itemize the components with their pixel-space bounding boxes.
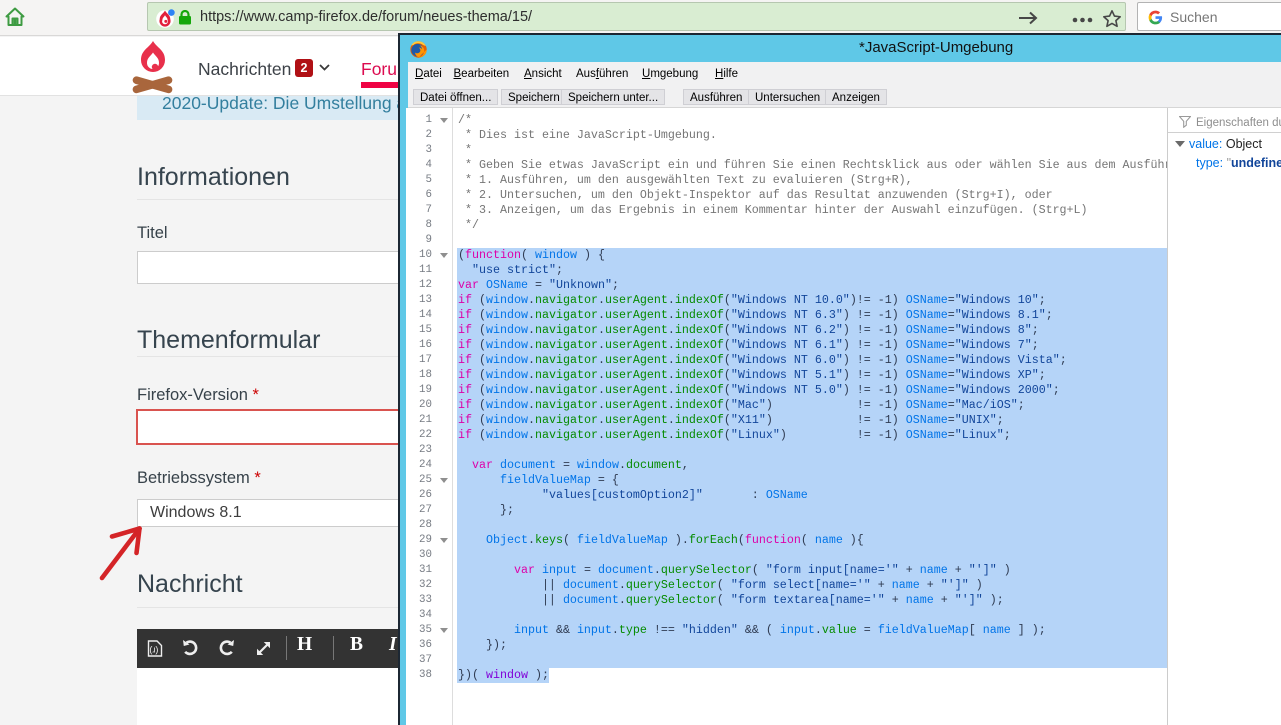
svg-text:(ɹ): (ɹ) — [149, 645, 158, 655]
